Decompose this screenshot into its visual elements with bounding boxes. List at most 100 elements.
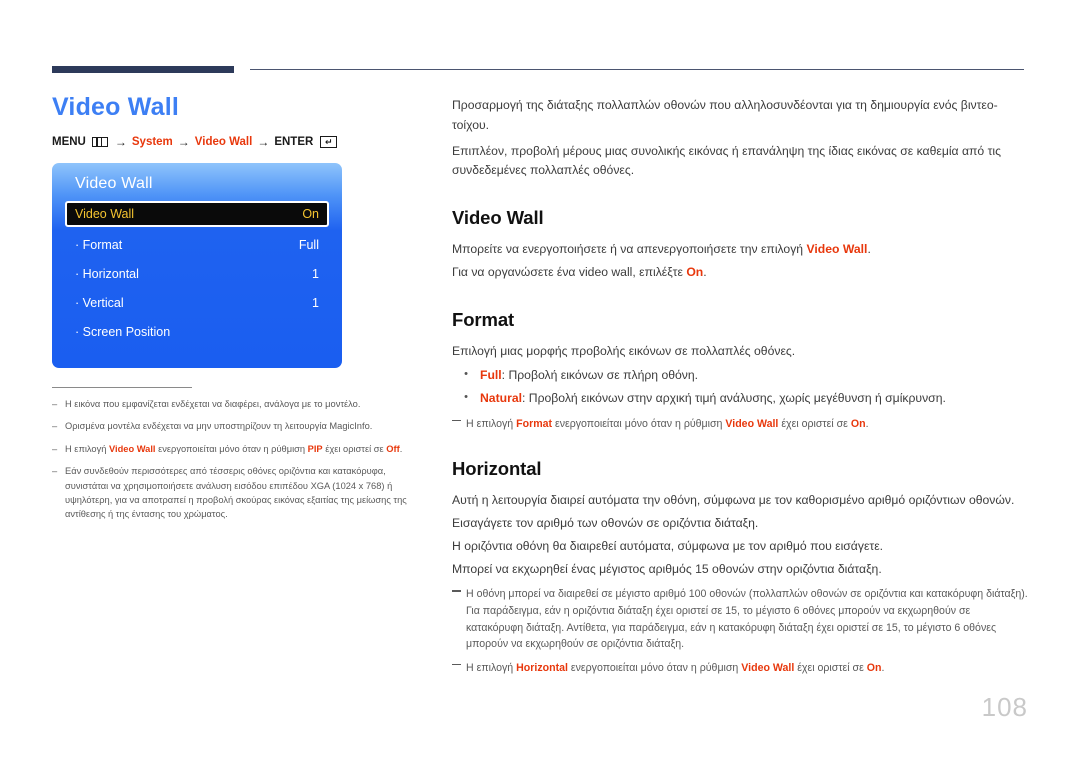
note-macron-icon bbox=[452, 660, 466, 677]
osd-row-vertical[interactable]: Vertical 1 bbox=[65, 288, 329, 317]
menu-path-item-video-wall: Video Wall bbox=[194, 136, 253, 148]
text-run: Η οριζόντια οθόνη θα διαιρεθεί αυτόματα,… bbox=[452, 538, 884, 553]
osd-row-label: Vertical bbox=[75, 296, 124, 310]
text-run: Η επιλογή bbox=[466, 417, 517, 430]
section-horizontal: Horizontal Αυτή η λειτουργία διαιρεί αυτό… bbox=[452, 458, 1028, 676]
highlight-term: On bbox=[686, 264, 704, 279]
intro-paragraph: Προσαρμογή της διάταξης πολλαπλών οθονών… bbox=[452, 98, 998, 132]
note-dash-icon: ‒ bbox=[52, 443, 58, 454]
text-run: έχει οριστεί σε bbox=[322, 443, 387, 454]
bullet-item: • Natural: Προβολή εικόνων στην αρχική τι… bbox=[452, 389, 1028, 409]
section-heading: Horizontal bbox=[452, 458, 542, 480]
left-note: ‒ Εάν συνδεθούν περισσότερες από τέσσερις… bbox=[52, 464, 424, 522]
left-note: ‒ Η εικόνα που εμφανίζεται ενδέχεται να δ… bbox=[52, 397, 424, 411]
text-run: Η επιλογή bbox=[466, 661, 517, 674]
note-text: Ορισμένα μοντέλα ενδέχεται να μην υποστη… bbox=[65, 419, 424, 433]
highlight-term: On bbox=[850, 417, 866, 430]
text-run: . bbox=[399, 443, 403, 454]
section-note: Η οθόνη μπορεί να διαιρεθεί σε μέγιστο α… bbox=[452, 586, 1028, 652]
section-video-wall: Video Wall Μπορείτε να ενεργοποιήσετε ή ν… bbox=[452, 207, 1028, 283]
note-dash-icon: ‒ bbox=[52, 421, 58, 432]
header-rule-thick bbox=[52, 66, 234, 73]
text-run: Επιλογή μιας μορφής προβολής εικόνων σε … bbox=[452, 343, 796, 358]
bullet-item: • Full: Προβολή εικόνων σε πλήρη οθόνη. bbox=[452, 366, 1028, 386]
text-run: ενεργοποιείται μόνο όταν η ρύθμιση bbox=[552, 417, 726, 430]
bullet-text: Full: Προβολή εικόνων σε πλήρη οθόνη. bbox=[480, 366, 1028, 386]
osd-row-label: Horizontal bbox=[75, 267, 139, 281]
osd-row-video-wall[interactable]: Video Wall On bbox=[65, 201, 329, 227]
text-run: Εισαγάγετε τον αριθμό των οθονών σε οριζ… bbox=[452, 516, 759, 531]
note-dash-icon: ‒ bbox=[52, 466, 58, 477]
text-run: Μπορεί να εκχωρηθεί ένας μέγιστος αριθμό… bbox=[452, 561, 882, 576]
text-run: Η οθόνη μπορεί να διαιρεθεί σε μέγιστο α… bbox=[466, 588, 1028, 651]
osd-row-screen-position[interactable]: Screen Position bbox=[65, 317, 329, 346]
osd-row-label: Video Wall bbox=[75, 207, 135, 221]
header-rule-thin bbox=[250, 69, 1024, 70]
text-run: ενεργοποιείται μόνο όταν η ρύθμιση bbox=[567, 661, 742, 674]
menu-path-enter-label: ENTER bbox=[274, 136, 314, 148]
left-column: Video Wall MENU → System → Video Wall → … bbox=[52, 92, 437, 530]
note-text: Η επιλογή Horizontal ενεργοποιείται μόνο… bbox=[466, 660, 1028, 677]
osd-row-value: On bbox=[302, 207, 319, 221]
left-notes-block: ‒ Η εικόνα που εμφανίζεται ενδέχεται να δ… bbox=[52, 387, 424, 522]
text-run: . bbox=[703, 264, 707, 279]
highlight-term: Video Wall bbox=[109, 443, 156, 454]
section-paragraph: Επιλογή μιας μορφής προβολής εικόνων σε … bbox=[452, 342, 1028, 362]
sections-container: Video Wall Μπορείτε να ενεργοποιήσετε ή ν… bbox=[452, 207, 1028, 676]
menu-path-breadcrumb: MENU → System → Video Wall → ENTER ↵ bbox=[52, 135, 437, 149]
section-heading: Format bbox=[452, 308, 515, 330]
osd-row-label: Screen Position bbox=[75, 325, 171, 339]
section-paragraph: Για να οργανώσετε ένα video wall, επιλέξ… bbox=[452, 263, 1028, 283]
text-run: Μπορείτε να ενεργοποιήσετε ή να απενεργο… bbox=[452, 242, 807, 257]
note-dash-icon: ‒ bbox=[52, 399, 58, 409]
section-note: Η επιλογή Horizontal ενεργοποιείται μόνο… bbox=[452, 660, 1028, 677]
note-text: Εάν συνδεθούν περισσότερες από τέσσερις … bbox=[65, 464, 424, 522]
section-note: Η επιλογή Format ενεργοποιείται μόνο ότα… bbox=[452, 416, 1028, 433]
text-run: . bbox=[867, 242, 871, 257]
highlight-term: Video Wall bbox=[741, 661, 795, 674]
osd-row-horizontal[interactable]: Horizontal 1 bbox=[65, 259, 329, 288]
menu-path-arrow-2: → bbox=[177, 135, 190, 149]
intro-paragraphs: Προσαρμογή της διάταξης πολλαπλών οθονών… bbox=[452, 96, 1028, 181]
note-text: Η εικόνα που εμφανίζεται ενδέχεται να δι… bbox=[65, 397, 424, 411]
osd-menu-panel: Video Wall Video Wall On Format Full Horizon… bbox=[52, 163, 342, 368]
page-title: Video Wall bbox=[52, 93, 180, 121]
section-paragraph: Μπορεί να εκχωρηθεί ένας μέγιστος αριθμό… bbox=[452, 560, 1028, 580]
text-run: έχει οριστεί σε bbox=[794, 661, 867, 674]
highlight-term: PIP bbox=[307, 443, 323, 454]
left-note: ‒ Ορισμένα μοντέλα ενδέχεται να μην υποστ… bbox=[52, 419, 424, 433]
text-run: : Προβολή εικόνων σε πλήρη οθόνη. bbox=[501, 368, 699, 383]
page-number: 108 bbox=[981, 692, 1028, 722]
text-run: . bbox=[865, 417, 869, 430]
text-run: Η εικόνα που εμφανίζεται ενδέχεται να δι… bbox=[65, 399, 361, 409]
note-text: Η επιλογή Format ενεργοποιείται μόνο ότα… bbox=[466, 416, 1028, 433]
text-run: Εάν συνδεθούν περισσότερες από τέσσερις … bbox=[65, 466, 407, 520]
highlight-term: Natural bbox=[480, 391, 522, 406]
menu-grid-icon bbox=[91, 137, 108, 147]
text-run: Για να οργανώσετε ένα video wall, επιλέξ… bbox=[452, 264, 687, 279]
note-macron-icon bbox=[452, 586, 466, 652]
highlight-term: Off bbox=[386, 443, 400, 454]
menu-path-menu-label: MENU bbox=[52, 136, 86, 148]
note-macron-icon bbox=[452, 416, 466, 433]
text-run: έχει οριστεί σε bbox=[778, 417, 851, 430]
text-run: : Προβολή εικόνων στην αρχική τιμή ανάλυ… bbox=[522, 391, 946, 406]
highlight-term: Full bbox=[480, 368, 502, 383]
note-text: Η οθόνη μπορεί να διαιρεθεί σε μέγιστο α… bbox=[466, 586, 1028, 652]
menu-path-arrow-3: → bbox=[257, 135, 270, 149]
text-run: ενεργοποιείται μόνο όταν η ρύθμιση bbox=[155, 443, 308, 454]
right-column: Προσαρμογή της διάταξης πολλαπλών οθονών… bbox=[452, 96, 1028, 676]
highlight-term: Video Wall bbox=[806, 242, 868, 257]
osd-menu-title: Video Wall bbox=[75, 175, 153, 192]
section-paragraph: Η οριζόντια οθόνη θα διαιρεθεί αυτόματα,… bbox=[452, 537, 1028, 557]
section-paragraph: Μπορείτε να ενεργοποιήσετε ή να απενεργο… bbox=[452, 240, 1028, 260]
section-format: Format Επιλογή μιας μορφής προβολής εικόν… bbox=[452, 309, 1028, 433]
manual-page: Video Wall MENU → System → Video Wall → … bbox=[0, 0, 1080, 763]
osd-menu-rows: Video WallOnFormatFullHorizontal1Vertica… bbox=[65, 201, 329, 346]
text-run: Η επιλογή bbox=[65, 443, 110, 454]
section-paragraph: Αυτή η λειτουργία διαιρεί αυτόματα την ο… bbox=[452, 491, 1028, 511]
notes-divider bbox=[52, 387, 192, 388]
menu-path-arrow-1: → bbox=[114, 135, 127, 149]
osd-row-format[interactable]: Format Full bbox=[65, 230, 329, 259]
highlight-term: Format bbox=[516, 417, 553, 430]
